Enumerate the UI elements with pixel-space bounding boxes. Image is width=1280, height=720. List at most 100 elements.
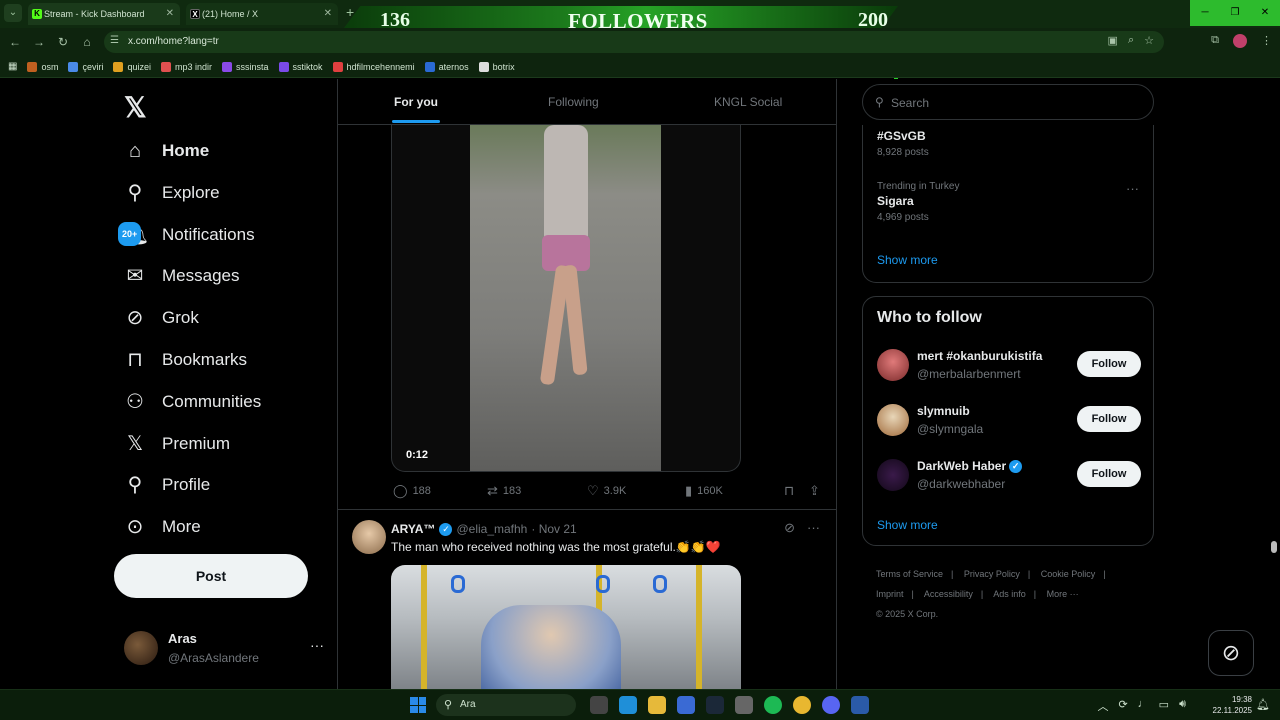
close-tab-icon[interactable]: ✕ (166, 3, 174, 25)
bookmark-star-icon[interactable]: ☆ (1144, 34, 1154, 47)
post-video[interactable] (391, 565, 741, 689)
follow-suggestion[interactable]: slymnuib @slymngala Follow (877, 402, 1141, 442)
bookmark-osm[interactable]: osm (27, 61, 58, 72)
trend-item[interactable]: Trending in Turkey Sigara 4,969 posts (877, 181, 959, 223)
browser-tab-x[interactable]: X (21) Home / X ✕ (186, 3, 338, 25)
volume-icon[interactable]: 🔊︎ (1179, 698, 1186, 714)
x-logo-icon[interactable]: 𝕏 (124, 91, 147, 124)
notification-bell-icon[interactable]: 🔔︎ (1256, 698, 1270, 711)
follow-suggestion[interactable]: DarkWeb Haber ✓ @darkwebhaber Follow (877, 457, 1141, 497)
bookmark-aternos[interactable]: aternos (424, 61, 469, 72)
follow-button[interactable]: Follow (1077, 406, 1141, 432)
more-dots-icon[interactable]: ··· (310, 637, 324, 653)
grok-floating-button[interactable]: ⊘ (1208, 630, 1254, 676)
network-icon[interactable]: ▭ (1159, 698, 1169, 714)
discord-icon[interactable] (822, 696, 840, 714)
bookmark-botrix[interactable]: botrix (478, 61, 515, 72)
nav-more[interactable]: ⊙ More (124, 507, 201, 547)
views-button[interactable]: ▮ 160K (685, 483, 723, 499)
post[interactable]: ARYA™ ✓ @elia_mafhh · Nov 21 ⊘ ··· The m… (338, 510, 836, 689)
app-icon[interactable] (851, 696, 869, 714)
footer-link[interactable]: Terms of Service (876, 569, 943, 579)
nav-grok[interactable]: ⊘ Grok (124, 298, 199, 338)
grok-icon[interactable]: ⊘ (784, 520, 795, 536)
task-view-icon[interactable] (590, 696, 608, 714)
footer-link[interactable]: Privacy Policy (964, 569, 1020, 579)
sync-icon[interactable]: ⟳ (1118, 698, 1127, 714)
minimize-icon[interactable]: ─ (1190, 0, 1220, 26)
author-name[interactable]: ARYA™ (391, 522, 435, 536)
spotify-icon[interactable] (764, 696, 782, 714)
install-app-icon[interactable]: ▣ (1108, 34, 1118, 47)
nav-bookmarks[interactable]: ⊓ Bookmarks (124, 340, 247, 380)
nav-notifications[interactable]: 🔔︎20+ Notifications (118, 215, 255, 255)
account-switcher[interactable]: Aras @ArasAslandere ··· (124, 629, 324, 669)
close-window-icon[interactable]: ✕ (1250, 0, 1280, 26)
repost-button[interactable]: ⇄ 183 (487, 483, 521, 499)
more-dots-icon[interactable]: ··· (1126, 181, 1139, 196)
footer-link[interactable]: Cookie Policy (1041, 569, 1096, 579)
post-date[interactable]: · Nov 21 (531, 522, 576, 536)
home-browser-icon[interactable]: ⌂ (78, 33, 96, 51)
follow-button[interactable]: Follow (1077, 461, 1141, 487)
footer-link[interactable]: More ··· (1047, 589, 1079, 599)
avatar[interactable] (352, 520, 386, 554)
nav-premium[interactable]: 𝕏 Premium (124, 424, 230, 464)
bookmark-button[interactable]: ⊓ (784, 483, 794, 499)
trend-item[interactable]: #GSvGB 8,928 posts (877, 127, 929, 158)
store-icon[interactable] (677, 696, 695, 714)
bookmark-sstiktok[interactable]: sstiktok (278, 61, 323, 72)
bookmark-sssinsta[interactable]: sssinsta (222, 61, 269, 72)
follow-button[interactable]: Follow (1077, 351, 1141, 377)
browser-tab-kick[interactable]: K Stream - Kick Dashboard ✕ (28, 3, 180, 25)
reload-icon[interactable]: ↻ (54, 33, 72, 51)
obs-icon[interactable] (735, 696, 753, 714)
close-tab-icon[interactable]: ✕ (324, 3, 332, 25)
windows-start-icon[interactable] (410, 697, 426, 713)
nav-profile[interactable]: ⚲ Profile (124, 465, 211, 505)
microphone-icon[interactable]: ♩ (1138, 698, 1149, 714)
trends-show-more-link[interactable]: Show more (877, 253, 938, 267)
nav-explore[interactable]: ⚲ Explore (124, 173, 220, 213)
bookmark-quizei[interactable]: quizei (113, 61, 151, 72)
bookmark-ceviri[interactable]: çeviri (68, 61, 103, 72)
back-icon[interactable]: ← (6, 33, 24, 51)
search-input[interactable]: ⚲ Search (862, 84, 1154, 120)
site-info-icon[interactable]: ☰ (110, 35, 119, 46)
page-scrollbar[interactable] (1271, 541, 1277, 553)
nav-communities[interactable]: ⚇ Communities (124, 382, 261, 422)
tab-kngl-social[interactable]: KNGL Social (714, 95, 782, 109)
apps-grid-icon[interactable]: ▦ (8, 61, 17, 72)
like-button[interactable]: ♡ 3.9K (587, 483, 626, 499)
browser-menu-icon[interactable]: ⋮ (1261, 34, 1272, 48)
taskbar-search-input[interactable]: ⚲ Ara (436, 694, 576, 716)
reply-button[interactable]: ◯ 188 (393, 483, 431, 499)
file-explorer-icon[interactable] (648, 696, 666, 714)
footer-link[interactable]: Accessibility (924, 589, 973, 599)
post-video[interactable]: 0:12 (391, 125, 741, 472)
follow-suggestion[interactable]: mert #okanburukistifa @merbalarbenmert F… (877, 347, 1141, 387)
tab-for-you[interactable]: For you (394, 95, 438, 109)
browser-profile-avatar[interactable] (1233, 34, 1247, 48)
chrome-icon[interactable] (793, 696, 811, 714)
footer-link[interactable]: Ads info (993, 589, 1026, 599)
more-dots-icon[interactable]: ··· (807, 520, 820, 536)
system-clock[interactable]: 19:38 22.11.2025 (1213, 694, 1252, 716)
edge-icon[interactable] (619, 696, 637, 714)
who-to-follow-show-more-link[interactable]: Show more (877, 518, 938, 532)
steam-icon[interactable] (706, 696, 724, 714)
chevron-up-icon[interactable]: ︿ (1097, 698, 1108, 714)
author-handle[interactable]: @elia_mafhh (456, 522, 527, 536)
share-button[interactable]: ⇪ (809, 483, 820, 499)
extensions-icon[interactable]: ⧉ (1211, 34, 1219, 48)
nav-messages[interactable]: ✉ Messages (124, 256, 240, 296)
post-button[interactable]: Post (114, 554, 308, 598)
footer-link[interactable]: Imprint (876, 589, 904, 599)
forward-icon[interactable]: → (30, 33, 48, 51)
bookmark-hdfilmcehennemi[interactable]: hdfilmcehennemi (332, 61, 415, 72)
tab-following[interactable]: Following (548, 95, 599, 109)
tab-search-button[interactable]: ⌄ (4, 4, 22, 22)
address-bar[interactable]: ☰ x.com/home?lang=tr ▣ ⌕ ☆ (104, 31, 1164, 53)
nav-home[interactable]: ⌂ Home (124, 131, 209, 171)
restore-icon[interactable]: ❐ (1220, 0, 1250, 26)
